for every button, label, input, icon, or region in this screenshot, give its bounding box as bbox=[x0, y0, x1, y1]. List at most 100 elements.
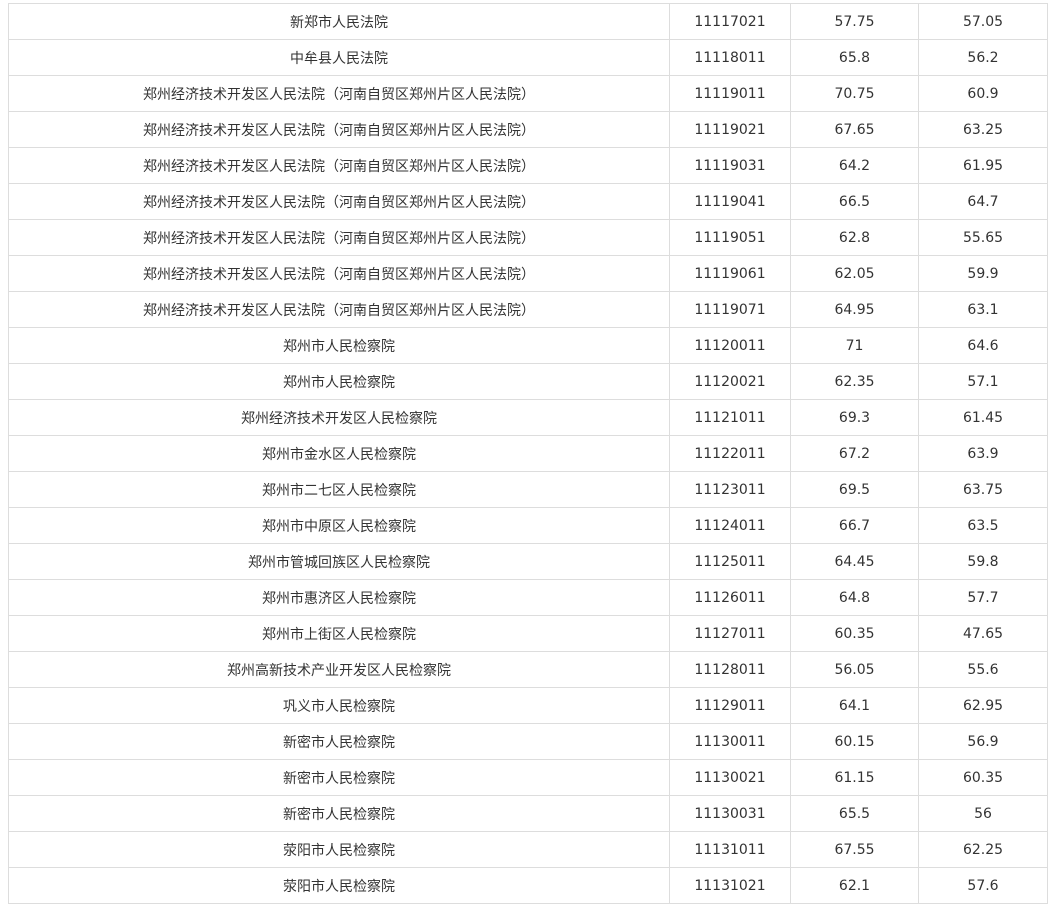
score-a-cell: 62.35 bbox=[790, 363, 919, 400]
table-row: 郑州经济技术开发区人民法院（河南自贸区郑州片区人民法院） 11119021 67.6… bbox=[8, 111, 1048, 148]
table-row: 新密市人民检察院 11130011 60.15 56.9 bbox=[8, 723, 1048, 760]
score-b-cell: 55.65 bbox=[918, 219, 1048, 256]
score-b-cell: 60.35 bbox=[918, 759, 1048, 796]
position-code-cell: 11121011 bbox=[669, 399, 791, 436]
unit-name-cell: 郑州经济技术开发区人民法院（河南自贸区郑州片区人民法院） bbox=[8, 75, 670, 112]
unit-name-cell: 郑州市金水区人民检察院 bbox=[8, 435, 670, 472]
unit-name-cell: 郑州市人民检察院 bbox=[8, 363, 670, 400]
unit-name-cell: 新郑市人民法院 bbox=[8, 3, 670, 40]
score-a-cell: 71 bbox=[790, 327, 919, 364]
unit-name-cell: 新密市人民检察院 bbox=[8, 759, 670, 796]
score-b-cell: 59.9 bbox=[918, 255, 1048, 292]
position-code-cell: 11129011 bbox=[669, 687, 791, 724]
table-body: 新郑市人民法院 11117021 57.75 57.05 中牟县人民法院 11118011… bbox=[8, 3, 1048, 904]
score-a-cell: 66.7 bbox=[790, 507, 919, 544]
table-row: 荥阳市人民检察院 11131021 62.1 57.6 bbox=[8, 867, 1048, 904]
position-code-cell: 11130021 bbox=[669, 759, 791, 796]
unit-name-cell: 郑州经济技术开发区人民法院（河南自贸区郑州片区人民法院） bbox=[8, 291, 670, 328]
score-a-cell: 67.65 bbox=[790, 111, 919, 148]
unit-name-cell: 郑州市惠济区人民检察院 bbox=[8, 579, 670, 616]
position-code-cell: 11119051 bbox=[669, 219, 791, 256]
unit-name-cell: 郑州高新技术产业开发区人民检察院 bbox=[8, 651, 670, 688]
score-b-cell: 59.8 bbox=[918, 543, 1048, 580]
position-code-cell: 11120021 bbox=[669, 363, 791, 400]
score-b-cell: 61.95 bbox=[918, 147, 1048, 184]
unit-name-cell: 新密市人民检察院 bbox=[8, 795, 670, 832]
unit-name-cell: 郑州市人民检察院 bbox=[8, 327, 670, 364]
table-row: 郑州市惠济区人民检察院 11126011 64.8 57.7 bbox=[8, 579, 1048, 616]
score-b-cell: 63.9 bbox=[918, 435, 1048, 472]
position-code-cell: 11117021 bbox=[669, 3, 791, 40]
table-row: 郑州经济技术开发区人民法院（河南自贸区郑州片区人民法院） 11119061 62.0… bbox=[8, 255, 1048, 292]
score-b-cell: 62.25 bbox=[918, 831, 1048, 868]
score-table-container: 新郑市人民法院 11117021 57.75 57.05 中牟县人民法院 11118011… bbox=[8, 3, 1048, 904]
position-code-cell: 11125011 bbox=[669, 543, 791, 580]
score-b-cell: 62.95 bbox=[918, 687, 1048, 724]
score-a-cell: 64.8 bbox=[790, 579, 919, 616]
unit-name-cell: 荥阳市人民检察院 bbox=[8, 831, 670, 868]
position-code-cell: 11119071 bbox=[669, 291, 791, 328]
unit-name-cell: 郑州经济技术开发区人民法院（河南自贸区郑州片区人民法院） bbox=[8, 147, 670, 184]
score-a-cell: 60.35 bbox=[790, 615, 919, 652]
unit-name-cell: 荥阳市人民检察院 bbox=[8, 867, 670, 904]
table-row: 荥阳市人民检察院 11131011 67.55 62.25 bbox=[8, 831, 1048, 868]
score-a-cell: 67.55 bbox=[790, 831, 919, 868]
score-a-cell: 67.2 bbox=[790, 435, 919, 472]
table-row: 郑州市上街区人民检察院 11127011 60.35 47.65 bbox=[8, 615, 1048, 652]
position-code-cell: 11119041 bbox=[669, 183, 791, 220]
table-row: 郑州市管城回族区人民检察院 11125011 64.45 59.8 bbox=[8, 543, 1048, 580]
score-b-cell: 55.6 bbox=[918, 651, 1048, 688]
table-row: 郑州经济技术开发区人民法院（河南自贸区郑州片区人民法院） 11119041 66.5… bbox=[8, 183, 1048, 220]
score-a-cell: 70.75 bbox=[790, 75, 919, 112]
table-row: 新密市人民检察院 11130031 65.5 56 bbox=[8, 795, 1048, 832]
score-b-cell: 57.6 bbox=[918, 867, 1048, 904]
position-code-cell: 11123011 bbox=[669, 471, 791, 508]
score-b-cell: 63.5 bbox=[918, 507, 1048, 544]
table-row: 巩义市人民检察院 11129011 64.1 62.95 bbox=[8, 687, 1048, 724]
score-a-cell: 64.45 bbox=[790, 543, 919, 580]
table-row: 郑州市二七区人民检察院 11123011 69.5 63.75 bbox=[8, 471, 1048, 508]
score-b-cell: 56 bbox=[918, 795, 1048, 832]
position-code-cell: 11119021 bbox=[669, 111, 791, 148]
position-code-cell: 11119061 bbox=[669, 255, 791, 292]
table-row: 郑州市金水区人民检察院 11122011 67.2 63.9 bbox=[8, 435, 1048, 472]
score-a-cell: 62.8 bbox=[790, 219, 919, 256]
score-b-cell: 63.25 bbox=[918, 111, 1048, 148]
unit-name-cell: 新密市人民检察院 bbox=[8, 723, 670, 760]
table-row: 郑州经济技术开发区人民法院（河南自贸区郑州片区人民法院） 11119011 70.7… bbox=[8, 75, 1048, 112]
position-code-cell: 11128011 bbox=[669, 651, 791, 688]
position-code-cell: 11122011 bbox=[669, 435, 791, 472]
table-row: 中牟县人民法院 11118011 65.8 56.2 bbox=[8, 39, 1048, 76]
unit-name-cell: 巩义市人民检察院 bbox=[8, 687, 670, 724]
position-code-cell: 11124011 bbox=[669, 507, 791, 544]
unit-name-cell: 郑州市管城回族区人民检察院 bbox=[8, 543, 670, 580]
unit-name-cell: 郑州经济技术开发区人民法院（河南自贸区郑州片区人民法院） bbox=[8, 111, 670, 148]
score-a-cell: 57.75 bbox=[790, 3, 919, 40]
table-row: 郑州经济技术开发区人民法院（河南自贸区郑州片区人民法院） 11119051 62.8… bbox=[8, 219, 1048, 256]
score-a-cell: 64.95 bbox=[790, 291, 919, 328]
score-b-cell: 61.45 bbox=[918, 399, 1048, 436]
unit-name-cell: 郑州经济技术开发区人民检察院 bbox=[8, 399, 670, 436]
position-code-cell: 11119031 bbox=[669, 147, 791, 184]
table-row: 郑州市人民检察院 11120021 62.35 57.1 bbox=[8, 363, 1048, 400]
position-code-cell: 11120011 bbox=[669, 327, 791, 364]
score-b-cell: 60.9 bbox=[918, 75, 1048, 112]
unit-name-cell: 郑州经济技术开发区人民法院（河南自贸区郑州片区人民法院） bbox=[8, 183, 670, 220]
score-a-cell: 64.2 bbox=[790, 147, 919, 184]
position-code-cell: 11131021 bbox=[669, 867, 791, 904]
unit-name-cell: 中牟县人民法院 bbox=[8, 39, 670, 76]
score-b-cell: 64.7 bbox=[918, 183, 1048, 220]
score-a-cell: 61.15 bbox=[790, 759, 919, 796]
position-code-cell: 11118011 bbox=[669, 39, 791, 76]
table-row: 郑州市中原区人民检察院 11124011 66.7 63.5 bbox=[8, 507, 1048, 544]
score-table: 新郑市人民法院 11117021 57.75 57.05 中牟县人民法院 11118011… bbox=[8, 3, 1048, 904]
table-row: 新郑市人民法院 11117021 57.75 57.05 bbox=[8, 3, 1048, 40]
unit-name-cell: 郑州市二七区人民检察院 bbox=[8, 471, 670, 508]
score-a-cell: 65.8 bbox=[790, 39, 919, 76]
table-row: 郑州经济技术开发区人民检察院 11121011 69.3 61.45 bbox=[8, 399, 1048, 436]
unit-name-cell: 郑州经济技术开发区人民法院（河南自贸区郑州片区人民法院） bbox=[8, 255, 670, 292]
position-code-cell: 11119011 bbox=[669, 75, 791, 112]
score-a-cell: 65.5 bbox=[790, 795, 919, 832]
unit-name-cell: 郑州市上街区人民检察院 bbox=[8, 615, 670, 652]
score-b-cell: 57.7 bbox=[918, 579, 1048, 616]
